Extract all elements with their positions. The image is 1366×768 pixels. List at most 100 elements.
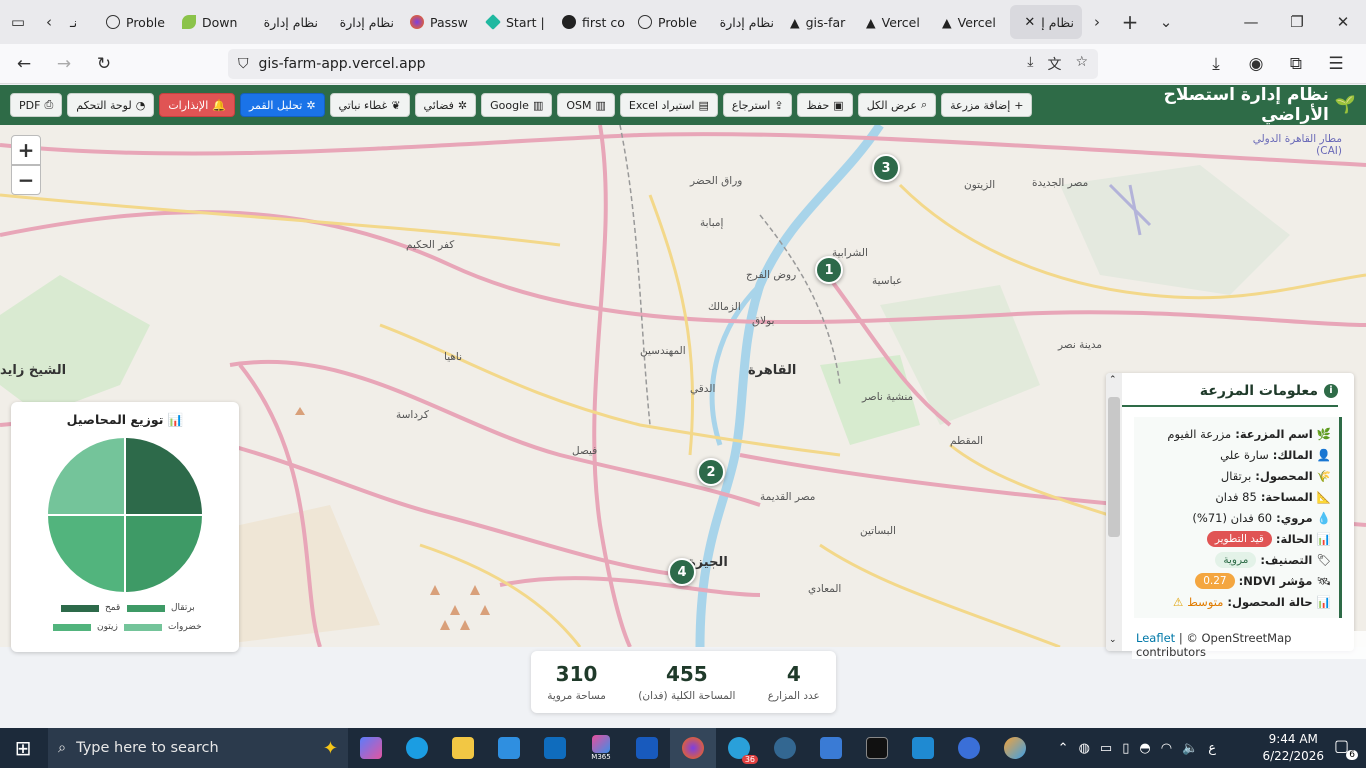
browser-tab[interactable]: Down bbox=[174, 5, 250, 39]
postgres-icon[interactable] bbox=[762, 728, 808, 768]
settings-app-icon[interactable] bbox=[946, 728, 992, 768]
window-close-icon[interactable]: ✕ bbox=[1320, 4, 1366, 40]
pie-slice-برتقال[interactable] bbox=[124, 514, 205, 595]
farm-irrigated-row: 💧 مروي: 60 فدان (71%) bbox=[1192, 510, 1331, 525]
browser-tab[interactable]: ▲ Vercel bbox=[858, 5, 934, 39]
add-farm-button[interactable]: + إضافة مزرعة bbox=[941, 93, 1033, 117]
alerts-button[interactable]: 🔔 الإنذارات bbox=[159, 93, 235, 117]
place-label: المهندسين bbox=[640, 345, 686, 357]
pie-slice-قمح[interactable] bbox=[124, 435, 205, 516]
outlook-icon[interactable] bbox=[532, 728, 578, 768]
store-icon[interactable] bbox=[486, 728, 532, 768]
extensions-icon[interactable]: ⧉ bbox=[1276, 44, 1316, 84]
taskbar-search[interactable]: ⌕ Type here to search ✦ bbox=[48, 728, 348, 768]
osm-layer-button[interactable]: ▥ OSM bbox=[557, 93, 615, 117]
input-language-indicator[interactable]: ع bbox=[1208, 741, 1216, 756]
import-excel-button[interactable]: ▤ استيراد Excel bbox=[619, 93, 718, 117]
leaflet-link[interactable]: Leaflet bbox=[1136, 631, 1175, 645]
restore-icon[interactable]: ❐ bbox=[1274, 4, 1320, 40]
firefox-icon bbox=[410, 15, 424, 29]
browser-tab[interactable]: نظام إدارة bbox=[326, 5, 402, 39]
forward-icon[interactable]: → bbox=[44, 44, 84, 84]
edge-icon[interactable] bbox=[394, 728, 440, 768]
show-all-button[interactable]: ⌕ عرض الكل bbox=[857, 93, 937, 117]
zoom-out-button[interactable]: − bbox=[11, 165, 41, 195]
irrigated-area-stat: 310 مساحة مروية bbox=[547, 662, 606, 702]
place-label: الشرابية bbox=[832, 247, 868, 259]
notification-center-icon[interactable]: ▢ 6 bbox=[1334, 736, 1358, 760]
crop-chart-card: 📊 توزيع المحاصيل قمح برتقال زيتون خضروات bbox=[11, 402, 239, 652]
translate-icon[interactable]: 文 bbox=[1047, 54, 1061, 74]
tab-scroll-right-icon[interactable]: › bbox=[1082, 4, 1112, 40]
chevron-down-icon[interactable]: ⌄ bbox=[1109, 635, 1117, 645]
volume-icon[interactable]: 🔈 bbox=[1182, 741, 1198, 756]
tab-scroll-left-icon[interactable]: ‹ bbox=[36, 4, 62, 40]
new-tab-icon[interactable]: + bbox=[1112, 4, 1148, 40]
wifi-icon[interactable]: ◠ bbox=[1161, 741, 1172, 756]
zoom-in-button[interactable]: + bbox=[11, 135, 41, 165]
pie-chart-icon: ◔ bbox=[135, 98, 146, 112]
url-bar[interactable]: ⛉ gis-farm-app.vercel.app ⤓ 文 ☆ bbox=[228, 49, 1098, 79]
search-icon: ⌕ bbox=[920, 98, 928, 111]
close-icon[interactable]: ✕ bbox=[1024, 15, 1035, 30]
back-icon[interactable]: ← bbox=[4, 44, 44, 84]
windows-start-icon[interactable]: ⊞ bbox=[0, 728, 46, 768]
vpn-icon[interactable]: ◓ bbox=[1139, 741, 1150, 756]
browser-tab[interactable]: Start | bbox=[478, 5, 554, 39]
restore-button[interactable]: ⇪ استرجاع bbox=[722, 93, 793, 117]
farm-marker[interactable]: 1 bbox=[815, 256, 843, 284]
vscode-icon[interactable] bbox=[900, 728, 946, 768]
taskbar-clock[interactable]: 9:44 AM 6/22/2026 bbox=[1262, 731, 1324, 765]
menu-icon[interactable]: ☰ bbox=[1316, 44, 1356, 84]
browser-tab[interactable]: نظام إدارة bbox=[250, 5, 326, 39]
browser-tab[interactable]: ▲ gis-far bbox=[782, 5, 858, 39]
account-icon[interactable]: ◉ bbox=[1236, 44, 1276, 84]
tab-overview-icon[interactable]: ▭ bbox=[0, 4, 36, 40]
legend-swatch bbox=[61, 604, 99, 612]
copilot-icon[interactable] bbox=[348, 728, 394, 768]
browser-tab[interactable]: Proble bbox=[630, 5, 706, 39]
minimize-icon[interactable]: — bbox=[1228, 4, 1274, 40]
device-icon[interactable]: ▯ bbox=[1122, 741, 1129, 756]
browser-tab[interactable]: first co bbox=[554, 5, 630, 39]
file-explorer-icon[interactable] bbox=[440, 728, 486, 768]
m365-icon[interactable]: M365 bbox=[578, 728, 624, 768]
browser-tab-active[interactable]: نظام إ ✕ bbox=[1010, 5, 1082, 39]
farm-marker[interactable]: 2 bbox=[697, 458, 725, 486]
terminal-icon[interactable] bbox=[854, 728, 900, 768]
browser-tab[interactable]: نظام إدارة bbox=[706, 5, 782, 39]
battery-icon[interactable]: ▭ bbox=[1100, 741, 1112, 756]
satellite-icon: ✲ bbox=[306, 98, 316, 112]
panel-scrollbar[interactable]: ⌃ ⌄ bbox=[1106, 373, 1122, 651]
satellite-layer-button[interactable]: ✲ فضائي bbox=[414, 93, 477, 117]
farm-marker[interactable]: 4 bbox=[668, 558, 696, 586]
app-window-icon[interactable] bbox=[808, 728, 854, 768]
paint-icon[interactable] bbox=[992, 728, 1038, 768]
save-button[interactable]: ▣ حفظ bbox=[797, 93, 853, 117]
place-label: الشيخ زايد bbox=[0, 363, 67, 378]
farm-marker[interactable]: 3 bbox=[872, 154, 900, 182]
pie-slice-زيتون[interactable] bbox=[45, 514, 126, 595]
vegetation-layer-button[interactable]: ❦ غطاء نباتي bbox=[329, 93, 410, 117]
browser-tab[interactable]: Proble bbox=[98, 5, 174, 39]
pdf-export-button[interactable]: ⎙ PDF bbox=[10, 93, 63, 117]
reload-icon[interactable]: ↻ bbox=[84, 44, 124, 84]
dashboard-button[interactable]: ◔ لوحة التحكم bbox=[67, 93, 155, 117]
browser-tab[interactable]: Passw bbox=[402, 5, 478, 39]
pie-slice-خضروات[interactable] bbox=[45, 435, 126, 516]
bookmark-star-icon[interactable]: ☆ bbox=[1075, 54, 1088, 74]
scroll-thumb[interactable] bbox=[1108, 397, 1120, 537]
google-layer-button[interactable]: ▥ Google bbox=[481, 93, 553, 117]
firefox-icon[interactable] bbox=[670, 728, 716, 768]
telegram-icon[interactable]: 36 bbox=[716, 728, 762, 768]
moon-analysis-button[interactable]: ✲ تحليل القمر bbox=[239, 93, 325, 117]
word-icon[interactable] bbox=[624, 728, 670, 768]
downloads-icon[interactable]: ⤓ bbox=[1196, 44, 1236, 84]
chevron-down-icon[interactable]: ⌄ bbox=[1148, 4, 1184, 40]
chevron-up-icon[interactable]: ⌃ bbox=[1109, 375, 1117, 385]
browser-tab[interactable]: ▲ Vercel bbox=[934, 5, 1010, 39]
chevron-up-icon[interactable]: ⌃ bbox=[1058, 741, 1069, 756]
browser-tab[interactable]: نـ bbox=[62, 5, 98, 39]
install-app-icon[interactable]: ⤓ bbox=[1027, 54, 1033, 74]
network-status-icon[interactable]: ◍ bbox=[1079, 741, 1090, 756]
